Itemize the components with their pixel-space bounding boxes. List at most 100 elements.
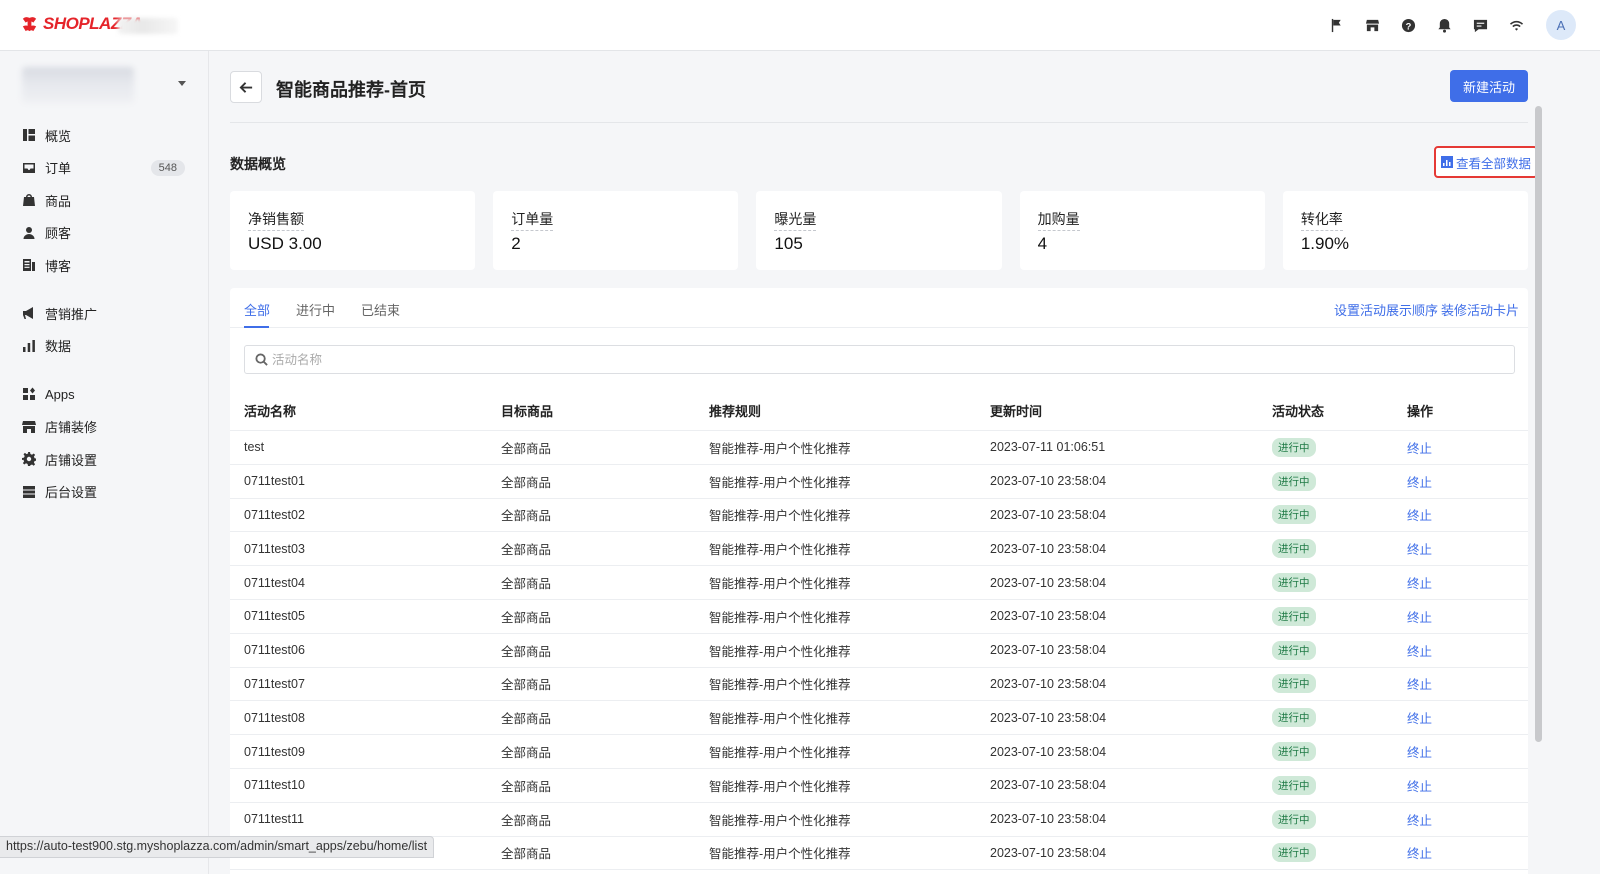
sidebar-item-orders[interactable]: 订单 548 <box>0 152 209 185</box>
stat-label[interactable]: 订单量 <box>511 209 554 231</box>
cell-time: 2023-07-10 23:58:04 <box>990 710 1107 725</box>
cell-target: 全部商品 <box>501 678 552 693</box>
tab-all[interactable]: 全部 <box>244 300 270 319</box>
cell-rule: 智能推荐-用户个性化推荐 <box>709 543 851 558</box>
terminate-link[interactable]: 终止 <box>1407 708 1432 727</box>
stat-value: 2 <box>511 234 521 253</box>
product-icon <box>22 193 36 207</box>
stat-value: 4 <box>1037 234 1048 253</box>
terminate-link[interactable]: 终止 <box>1407 776 1432 795</box>
sidebar-item-overview[interactable]: 概览 <box>0 119 209 152</box>
terminate-link[interactable]: 终止 <box>1407 674 1432 693</box>
column-header: 活动状态 <box>1272 403 1325 419</box>
cell-target: 全部商品 <box>501 577 552 592</box>
stat-label[interactable]: 净销售额 <box>248 209 304 231</box>
new-activity-button[interactable]: 新建活动 <box>1450 70 1528 102</box>
cell-time: 2023-07-10 23:58:04 <box>990 643 1107 658</box>
terminate-link[interactable]: 终止 <box>1407 573 1432 592</box>
terminate-link[interactable]: 终止 <box>1407 438 1432 457</box>
sidebar-item-products[interactable]: 商品 <box>0 184 209 217</box>
sidebar-item-marketing[interactable]: 营销推广 <box>0 297 209 330</box>
megaphone-icon <box>22 306 36 320</box>
search-box <box>244 345 1515 374</box>
cell-target: 全部商品 <box>501 746 552 761</box>
terminate-link[interactable]: 终止 <box>1407 472 1432 491</box>
sidebar-group-settings: Apps 店铺装修 店铺设置 后台设置 <box>0 378 209 508</box>
main-content: 智能商品推荐-首页 新建活动 数据概览 查看全部数据 净销售额 USD 3.00… <box>210 51 1550 874</box>
cell-target: 全部商品 <box>501 509 552 524</box>
set-display-order-link[interactable]: 设置活动展示顺序 <box>1334 300 1438 319</box>
cell-rule: 智能推荐-用户个性化推荐 <box>709 441 851 456</box>
user-avatar[interactable]: A <box>1546 10 1576 40</box>
order-count-badge: 548 <box>150 159 185 176</box>
terminate-link[interactable]: 终止 <box>1407 810 1432 829</box>
decorate-card-link[interactable]: 装修活动卡片 <box>1441 300 1519 319</box>
back-button[interactable] <box>230 71 262 103</box>
top-icons: ? A <box>1326 10 1576 40</box>
message-icon[interactable] <box>1470 15 1490 35</box>
sidebar-item-backend-settings[interactable]: 后台设置 <box>0 476 209 509</box>
stat-label[interactable]: 曝光量 <box>774 209 817 231</box>
cell-name: 0711test08 <box>244 710 305 725</box>
sidebar-group-main: 概览 订单 548 商品 顾客 博客 <box>0 119 209 282</box>
scrollbar[interactable] <box>1535 106 1542 742</box>
sidebar-item-store-settings[interactable]: 店铺设置 <box>0 443 209 476</box>
cell-rule: 智能推荐-用户个性化推荐 <box>709 678 851 693</box>
cell-time: 2023-07-10 23:58:04 <box>990 541 1107 556</box>
help-icon[interactable]: ? <box>1398 15 1418 35</box>
status-badge: 进行中 <box>1272 505 1316 525</box>
store-design-icon <box>22 420 36 434</box>
arrow-left-icon <box>239 81 252 93</box>
table-row: 0711test08 全部商品 智能推荐-用户个性化推荐 2023-07-10 23:… <box>230 701 1528 736</box>
sidebar-item-data[interactable]: 数据 <box>0 330 209 363</box>
customer-icon <box>22 226 36 240</box>
terminate-link[interactable]: 终止 <box>1407 641 1432 660</box>
wifi-icon[interactable] <box>1506 15 1526 35</box>
stat-label[interactable]: 加购量 <box>1037 209 1080 231</box>
stat-card-add-to-cart: 加购量 4 <box>1019 191 1265 270</box>
terminate-link[interactable]: 终止 <box>1407 843 1432 862</box>
table-row: 0711test02 全部商品 智能推荐-用户个性化推荐 2023-07-10 23:… <box>230 499 1528 533</box>
sidebar-item-label: 博客 <box>45 258 72 274</box>
cell-target: 全部商品 <box>501 847 552 862</box>
cell-time: 2023-07-10 23:58:04 <box>990 812 1107 827</box>
tab-ongoing[interactable]: 进行中 <box>296 300 335 319</box>
table-body: test 全部商品 智能推荐-用户个性化推荐 2023-07-11 01:06:51 进… <box>230 431 1528 871</box>
cell-time: 2023-07-10 23:58:04 <box>990 676 1107 691</box>
activity-panel: 全部 进行中 已结束 设置活动展示顺序 装修活动卡片 活动名称 目标商品 推荐规… <box>230 288 1528 874</box>
sidebar-item-blog[interactable]: 博客 <box>0 249 209 282</box>
chart-icon <box>22 339 36 353</box>
stat-label[interactable]: 转化率 <box>1300 209 1343 231</box>
column-header: 活动名称 <box>244 403 297 419</box>
cell-name: 0711test07 <box>244 676 305 691</box>
search-input[interactable] <box>272 352 1472 367</box>
cell-name: test <box>244 440 265 455</box>
terminate-link[interactable]: 终止 <box>1407 505 1432 524</box>
sidebar-item-label: 商品 <box>45 193 72 209</box>
divider <box>230 122 1528 123</box>
cell-target: 全部商品 <box>501 644 552 659</box>
store-name-blurred <box>118 18 178 34</box>
sidebar-item-store-design[interactable]: 店铺装修 <box>0 411 209 444</box>
sidebar-item-apps[interactable]: Apps <box>0 378 209 411</box>
bell-icon[interactable] <box>1434 15 1454 35</box>
flag-icon[interactable] <box>1326 15 1346 35</box>
terminate-link[interactable]: 终止 <box>1407 607 1432 626</box>
sidebar-item-customers[interactable]: 顾客 <box>0 217 209 250</box>
terminate-link[interactable]: 终止 <box>1407 742 1432 761</box>
view-all-data-button[interactable]: 查看全部数据 <box>1434 146 1538 178</box>
activity-table: 活动名称 目标商品 推荐规则 更新时间 活动状态 操作 test 全部商品 智能推荐… <box>230 390 1528 871</box>
shop-selector[interactable] <box>22 67 192 107</box>
cell-name: 0711test09 <box>244 744 305 759</box>
sidebar-item-label: 数据 <box>45 339 72 355</box>
tab-ended[interactable]: 已结束 <box>361 300 400 319</box>
table-row: 0711test05 全部商品 智能推荐-用户个性化推荐 2023-07-10 23:… <box>230 600 1528 634</box>
terminate-link[interactable]: 终止 <box>1407 539 1432 558</box>
store-icon[interactable] <box>1362 15 1382 35</box>
table-row: 0711test11 全部商品 智能推荐-用户个性化推荐 2023-07-10 23:… <box>230 803 1528 837</box>
cell-rule: 智能推荐-用户个性化推荐 <box>709 813 851 828</box>
status-badge: 进行中 <box>1272 708 1316 728</box>
status-badge: 进行中 <box>1272 539 1316 559</box>
apps-icon <box>22 387 36 401</box>
top-bar: SHOPLAZZA ? A <box>0 0 1600 51</box>
